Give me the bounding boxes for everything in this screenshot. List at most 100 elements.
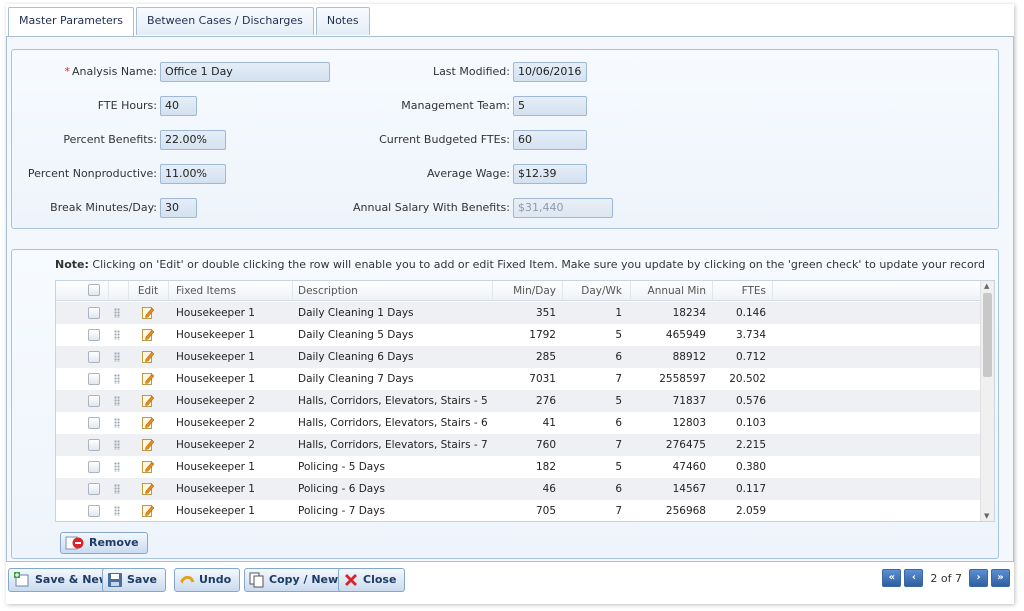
table-row[interactable]: Housekeeper 1 Policing - 6 Days 46 6 14567 0.… xyxy=(56,478,981,500)
cell-description: Daily Cleaning 1 Days xyxy=(298,307,414,319)
analysis-name-label: * Analysis Name: xyxy=(64,65,157,78)
cell-ftes: 0.712 xyxy=(735,351,766,363)
management-team-field[interactable]: 5 xyxy=(513,96,587,116)
row-checkbox[interactable] xyxy=(88,307,100,319)
edit-pencil-icon[interactable] xyxy=(142,306,154,319)
cell-day-wk: 7 xyxy=(615,439,622,451)
cell-day-wk: 5 xyxy=(615,461,622,473)
table-row[interactable]: Housekeeper 2 Halls, Corridors, Elevators… xyxy=(56,390,981,412)
cell-ftes: 0.117 xyxy=(735,483,766,495)
drag-handle-icon[interactable] xyxy=(114,418,120,428)
edit-pencil-icon[interactable] xyxy=(142,350,154,363)
row-checkbox[interactable] xyxy=(88,351,100,363)
drag-handle-icon[interactable] xyxy=(114,484,120,494)
average-wage-field[interactable]: $12.39 xyxy=(513,164,587,184)
average-wage-label: Average Wage: xyxy=(426,167,510,180)
cell-ftes: 0.146 xyxy=(735,307,766,319)
header-fixed-items[interactable]: Fixed Items xyxy=(176,281,286,301)
scroll-up-arrow[interactable]: ▲ xyxy=(984,282,989,290)
row-checkbox[interactable] xyxy=(88,505,100,517)
header-edit[interactable]: Edit xyxy=(128,281,168,301)
cell-annual-min: 47460 xyxy=(672,461,706,473)
cell-fixed-item: Housekeeper 2 xyxy=(176,395,255,407)
row-checkbox[interactable] xyxy=(88,439,100,451)
percent-benefits-field[interactable]: 22.00% xyxy=(160,130,226,150)
save-label: Save xyxy=(127,573,157,586)
save-button[interactable]: Save xyxy=(102,568,166,592)
header-ftes[interactable]: FTEs xyxy=(712,281,766,301)
percent-nonproductive-field[interactable]: 11.00% xyxy=(160,164,226,184)
select-all-checkbox[interactable] xyxy=(88,284,100,296)
analysis-name-field[interactable]: Office 1 Day xyxy=(160,62,330,82)
cell-annual-min: 12803 xyxy=(672,417,706,429)
next-page-button[interactable]: › xyxy=(969,569,988,587)
edit-pencil-icon[interactable] xyxy=(142,394,154,407)
cell-fixed-item: Housekeeper 2 xyxy=(176,439,255,451)
cell-day-wk: 5 xyxy=(615,329,622,341)
table-row[interactable]: Housekeeper 1 Policing - 5 Days 182 5 47460 0… xyxy=(56,456,981,478)
cell-annual-min: 14567 xyxy=(672,483,706,495)
percent-nonproductive-label: Percent Nonproductive: xyxy=(27,167,157,180)
edit-pencil-icon[interactable] xyxy=(142,328,154,341)
drag-handle-icon[interactable] xyxy=(114,308,120,318)
row-checkbox[interactable] xyxy=(88,417,100,429)
undo-button[interactable]: Undo xyxy=(174,568,241,592)
drag-handle-icon[interactable] xyxy=(114,374,120,384)
row-checkbox[interactable] xyxy=(88,461,100,473)
drag-handle-icon[interactable] xyxy=(114,506,120,516)
first-page-button[interactable]: « xyxy=(882,569,902,587)
edit-pencil-icon[interactable] xyxy=(142,438,154,451)
edit-pencil-icon[interactable] xyxy=(142,504,154,517)
header-min-day[interactable]: Min/Day xyxy=(492,281,556,301)
cell-description: Policing - 6 Days xyxy=(298,483,385,495)
edit-pencil-icon[interactable] xyxy=(142,416,154,429)
row-checkbox[interactable] xyxy=(88,329,100,341)
cell-description: Daily Cleaning 6 Days xyxy=(298,351,414,363)
row-checkbox[interactable] xyxy=(88,483,100,495)
current-budgeted-ftes-field[interactable]: 60 xyxy=(513,130,587,150)
tab-content: * Analysis Name: Office 1 Day FTE Hours: … xyxy=(6,36,1014,562)
copy-new-button[interactable]: Copy / New xyxy=(244,568,348,592)
grid-vertical-scrollbar[interactable]: ▲ ▼ xyxy=(980,281,994,521)
tab-strip: Master Parameters Between Cases / Discha… xyxy=(8,7,372,37)
master-parameters-panel: * Analysis Name: Office 1 Day FTE Hours: … xyxy=(11,49,999,229)
drag-handle-icon[interactable] xyxy=(114,330,120,340)
tab-master-parameters[interactable]: Master Parameters xyxy=(8,7,135,37)
scroll-thumb[interactable] xyxy=(983,293,992,377)
break-minutes-field[interactable]: 30 xyxy=(160,198,197,218)
application-window: Master Parameters Between Cases / Discha… xyxy=(6,4,1014,604)
close-label: Close xyxy=(363,573,397,586)
edit-pencil-icon[interactable] xyxy=(142,460,154,473)
scroll-down-arrow[interactable]: ▼ xyxy=(984,512,989,520)
note-text: Note: Clicking on 'Edit' or double click… xyxy=(55,258,985,271)
table-row[interactable]: Housekeeper 1 Daily Cleaning 1 Days 351 1 18… xyxy=(56,302,981,324)
edit-pencil-icon[interactable] xyxy=(142,482,154,495)
row-checkbox[interactable] xyxy=(88,373,100,385)
table-row[interactable]: Housekeeper 1 Daily Cleaning 7 Days 7031 7 2… xyxy=(56,368,981,390)
remove-button[interactable]: Remove xyxy=(60,532,148,554)
drag-handle-icon[interactable] xyxy=(114,462,120,472)
header-annual-min[interactable]: Annual Min xyxy=(630,281,706,301)
table-row[interactable]: Housekeeper 2 Halls, Corridors, Elevators… xyxy=(56,412,981,434)
table-row[interactable]: Housekeeper 1 Daily Cleaning 5 Days 1792 5 4… xyxy=(56,324,981,346)
header-description[interactable]: Description xyxy=(298,281,488,301)
table-row[interactable]: Housekeeper 2 Halls, Corridors, Elevators… xyxy=(56,434,981,456)
tab-notes[interactable]: Notes xyxy=(315,7,370,35)
drag-handle-icon[interactable] xyxy=(114,352,120,362)
drag-handle-icon[interactable] xyxy=(114,440,120,450)
table-row[interactable]: Housekeeper 1 Policing - 7 Days 705 7 256968… xyxy=(56,500,981,521)
row-checkbox[interactable] xyxy=(88,395,100,407)
cell-min-day: 760 xyxy=(535,439,556,451)
header-day-wk[interactable]: Day/Wk xyxy=(562,281,622,301)
close-button[interactable]: Close xyxy=(338,568,406,592)
fte-hours-field[interactable]: 40 xyxy=(160,96,197,116)
drag-handle-icon[interactable] xyxy=(114,396,120,406)
table-row[interactable]: Housekeeper 1 Daily Cleaning 6 Days 285 6 88… xyxy=(56,346,981,368)
required-marker: * xyxy=(64,65,71,78)
last-page-button[interactable]: » xyxy=(991,569,1010,587)
cell-min-day: 351 xyxy=(535,307,556,319)
tab-between-cases-discharges[interactable]: Between Cases / Discharges xyxy=(136,7,314,35)
previous-page-button[interactable]: ‹ xyxy=(904,569,924,587)
cell-description: Daily Cleaning 7 Days xyxy=(298,373,414,385)
edit-pencil-icon[interactable] xyxy=(142,372,154,385)
